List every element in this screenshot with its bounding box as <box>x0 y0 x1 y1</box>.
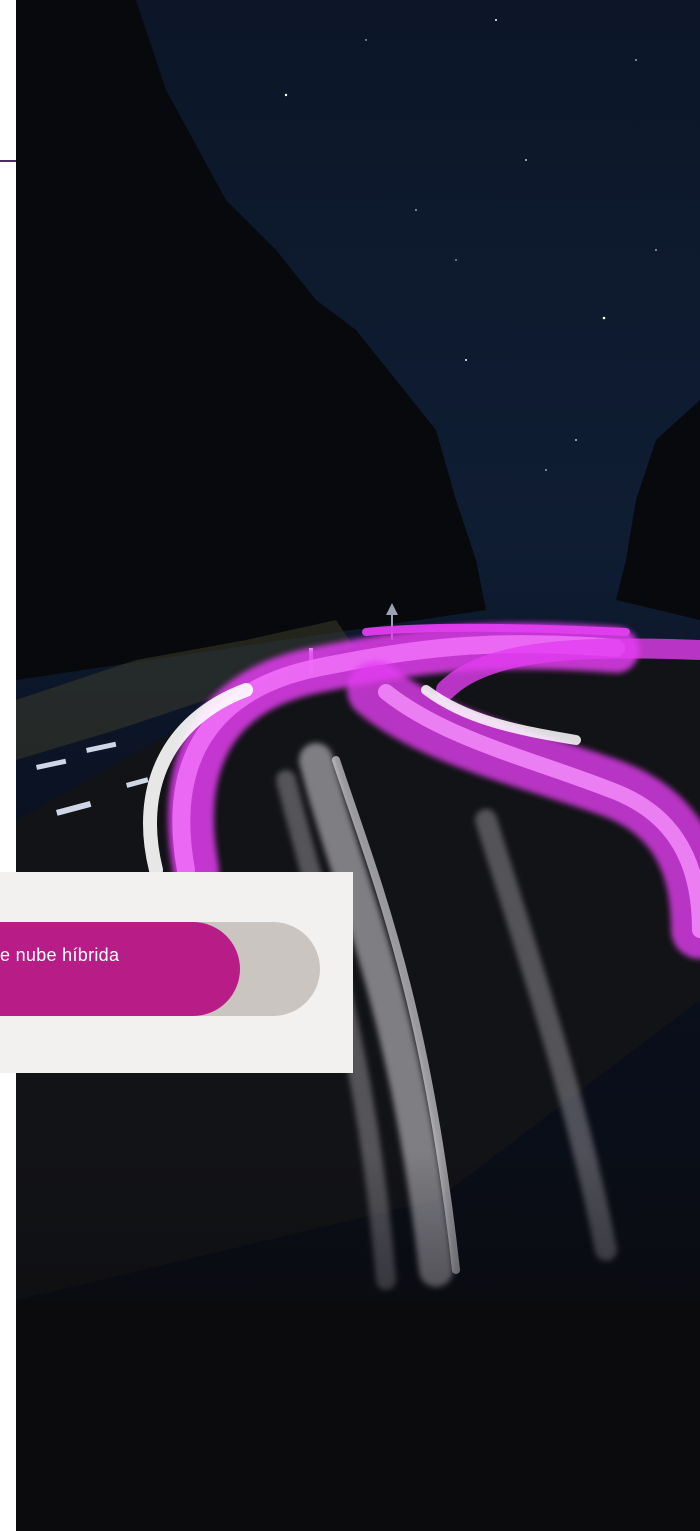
left-margin <box>0 0 16 1531</box>
cta-card: e nube híbrida <box>0 872 353 1073</box>
hybrid-cloud-button-label: e nube híbrida <box>0 945 120 965</box>
night-road-illustration <box>16 0 700 1531</box>
hybrid-cloud-button[interactable]: e nube híbrida <box>0 922 240 1016</box>
hero-image <box>16 0 700 1531</box>
header-divider <box>0 160 16 162</box>
page: e nube híbrida <box>0 0 700 1531</box>
